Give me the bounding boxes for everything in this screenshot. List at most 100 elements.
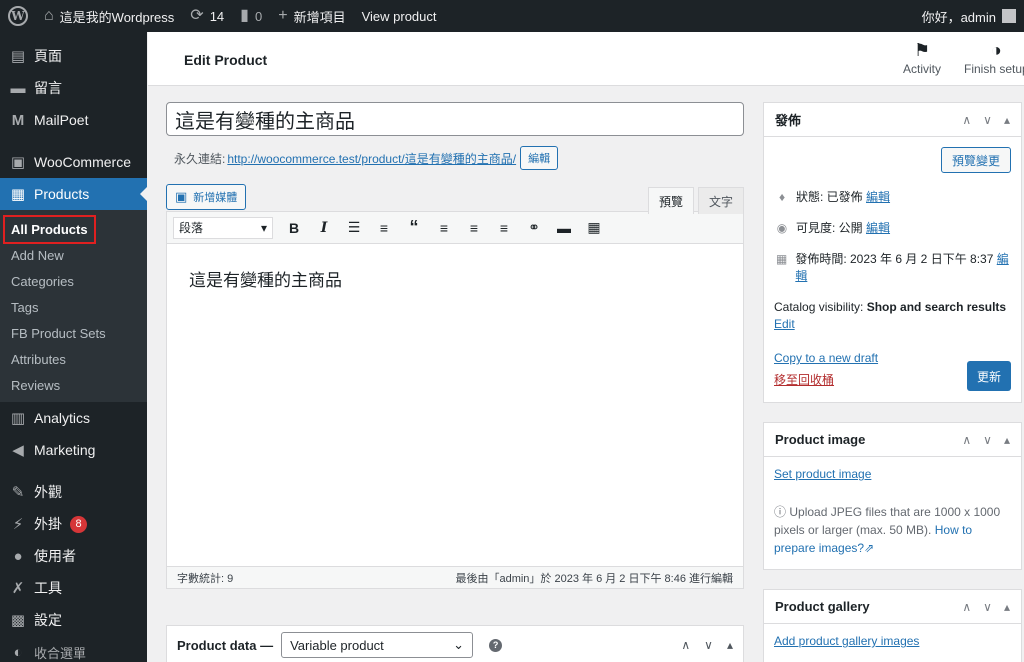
copy-to-draft-link[interactable]: Copy to a new draft: [774, 351, 878, 365]
edit-catalog-visibility-link[interactable]: Edit: [774, 317, 795, 331]
sidebar-item-tools[interactable]: ✗ 工具: [0, 572, 147, 604]
comments-count: 0: [254, 8, 263, 24]
view-product-link[interactable]: View product: [354, 0, 445, 32]
italic-icon[interactable]: I: [309, 220, 339, 236]
product-gallery-title: Product gallery: [775, 599, 870, 614]
move-down-icon[interactable]: ∨: [704, 638, 713, 652]
format-select[interactable]: 段落 ▾: [173, 216, 273, 239]
settings-icon: ▩: [10, 612, 26, 629]
sidebar-item-analytics[interactable]: ▥ Analytics: [0, 402, 147, 434]
site-name-link[interactable]: ⌂ 這是我的Wordpress: [36, 0, 182, 32]
chevron-down-icon: ▾: [260, 220, 267, 235]
submenu-fb-product-sets[interactable]: FB Product Sets: [0, 320, 147, 346]
toggle-panel-icon[interactable]: ▴: [727, 638, 733, 652]
update-button[interactable]: 更新: [966, 361, 1011, 391]
sidebar-item-settings[interactable]: ▩ 設定: [0, 604, 147, 636]
permalink-link[interactable]: http://woocommerce.test/product/這是有變種的主商…: [227, 150, 516, 167]
sidebar-item-label: 收合選單: [34, 645, 87, 661]
sidebar-item-label: Analytics: [34, 410, 91, 426]
submenu-reviews[interactable]: Reviews: [0, 372, 147, 398]
move-up-icon[interactable]: ∧: [962, 433, 971, 447]
submenu-label: Tags: [11, 299, 39, 315]
submenu-label: Reviews: [11, 377, 61, 393]
help-icon[interactable]: ?: [489, 638, 503, 652]
activity-button[interactable]: ⚑ Activity: [903, 40, 941, 76]
align-left-icon[interactable]: ≡: [429, 220, 459, 236]
align-right-icon[interactable]: ≡: [489, 220, 519, 236]
toggle-panel-icon[interactable]: ▴: [1004, 113, 1010, 127]
submenu-add-new[interactable]: Add New: [0, 242, 147, 268]
marketing-icon: ◀: [12, 442, 24, 459]
my-account-link[interactable]: 你好，admin: [914, 0, 1024, 32]
word-count: 字數統計: 9: [177, 572, 234, 585]
sidebar-item-woocommerce[interactable]: ▣ WooCommerce: [0, 146, 147, 178]
align-center-icon[interactable]: ≡: [459, 220, 489, 236]
sidebar-item-pages[interactable]: ▤ 頁面: [0, 40, 147, 72]
blockquote-icon[interactable]: “: [399, 217, 429, 238]
wp-logo-menu[interactable]: W: [0, 0, 36, 32]
preview-changes-button[interactable]: 預覽變更: [940, 147, 1011, 173]
move-down-icon[interactable]: ∨: [983, 113, 992, 127]
bullet-list-icon[interactable]: ☰: [339, 219, 369, 236]
main-editor-column: 這是有變種的主商品 永久連結: http://woocommerce.test/…: [166, 102, 744, 589]
add-media-label: 新增媒體: [193, 192, 238, 204]
sidebar-item-marketing[interactable]: ◀ Marketing: [0, 434, 147, 466]
mailpoet-icon: M: [11, 111, 25, 129]
move-up-icon[interactable]: ∧: [962, 600, 971, 614]
sidebar-item-users[interactable]: ● 使用者: [0, 540, 147, 572]
add-gallery-images-link[interactable]: Add product gallery images: [774, 634, 919, 648]
product-gallery-body: Add product gallery images: [764, 624, 1021, 658]
move-down-icon[interactable]: ∨: [983, 600, 992, 614]
add-media-button[interactable]: ▣ 新增媒體: [166, 184, 247, 210]
move-up-icon[interactable]: ∧: [681, 638, 690, 652]
submenu-categories[interactable]: Categories: [0, 268, 147, 294]
product-image-body: Set product image ⓘ Upload JPEG files th…: [764, 457, 1021, 567]
sidebar-item-comments[interactable]: ▬ 留言: [0, 72, 147, 104]
set-product-image-link[interactable]: Set product image: [774, 467, 871, 481]
tab-visual[interactable]: 預覽: [647, 187, 694, 214]
permalink-label: 永久連結:: [174, 151, 226, 166]
post-title-input[interactable]: 這是有變種的主商品: [166, 102, 744, 136]
products-icon: ▦: [10, 186, 26, 203]
toggle-panel-icon[interactable]: ▴: [1004, 433, 1010, 447]
submenu-tags[interactable]: Tags: [0, 294, 147, 320]
submenu-all-products[interactable]: All Products: [0, 214, 147, 244]
sidebar-item-mailpoet[interactable]: M MailPoet: [0, 104, 147, 136]
activity-label: Activity: [903, 62, 942, 76]
bold-icon[interactable]: B: [279, 220, 309, 236]
submenu-attributes[interactable]: Attributes: [0, 346, 147, 372]
comments-link[interactable]: ▮ 0: [232, 0, 270, 32]
media-icon: ▣: [175, 189, 188, 204]
updates-link[interactable]: ⟳ 14: [182, 0, 232, 32]
catalog-visibility-row: Catalog visibility: Shop and search resu…: [774, 299, 1011, 333]
product-gallery-header: Product gallery ∧ ∨ ▴: [764, 590, 1021, 624]
finish-setup-label: Finish setup: [964, 62, 1024, 76]
product-type-select[interactable]: Variable product ⌄: [281, 632, 474, 658]
finish-setup-button[interactable]: ◑ Finish setup: [964, 40, 1024, 76]
read-more-icon[interactable]: ▬: [549, 220, 579, 236]
toggle-panel-icon[interactable]: ▴: [1004, 600, 1010, 614]
edit-visibility-link[interactable]: 編輯: [866, 221, 890, 235]
toolbar-toggle-icon[interactable]: ▦: [579, 219, 609, 236]
editor-content-text: 這是有變種的主商品: [189, 271, 342, 290]
visibility-row: ◉ 可見度: 公開 編輯: [774, 220, 1011, 237]
flag-icon: ⚑: [913, 40, 931, 60]
sidebar-item-appearance[interactable]: ✎ 外觀: [0, 476, 147, 508]
editor-content-area[interactable]: 這是有變種的主商品: [167, 244, 743, 566]
plugins-icon: ⚡: [12, 516, 24, 533]
status-label: 狀態: 已發佈: [796, 190, 863, 204]
new-content-link[interactable]: + 新增項目: [270, 0, 353, 32]
sidebar-item-label: Products: [34, 186, 90, 202]
edit-permalink-button[interactable]: 編輯: [520, 146, 559, 170]
move-down-icon[interactable]: ∨: [983, 433, 992, 447]
numbered-list-icon[interactable]: ≡: [369, 220, 399, 236]
edit-status-link[interactable]: 編輯: [866, 190, 890, 204]
sidebar-item-products[interactable]: ▦ Products: [0, 178, 147, 210]
link-icon[interactable]: ⚭: [519, 219, 549, 236]
sidebar-item-plugins[interactable]: ⚡ 外掛 8: [0, 508, 147, 540]
product-data-title: Product data —: [177, 637, 274, 653]
tab-text[interactable]: 文字: [697, 187, 744, 214]
move-up-icon[interactable]: ∧: [962, 113, 971, 127]
sidebar-collapse-menu[interactable]: ◐ 收合選單: [0, 636, 147, 662]
move-to-trash-link[interactable]: 移至回收桶: [774, 373, 834, 387]
